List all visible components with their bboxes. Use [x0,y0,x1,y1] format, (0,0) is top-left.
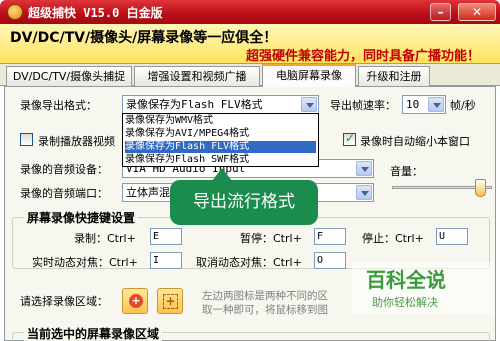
region-hint-line-1: 左边两图标是两种不同的区 [202,290,328,302]
format-dropdown-list: 录像保存为WMV格式 录像保存为AVI/MPEG4格式 录像保存为Flash F… [122,113,319,167]
chevron-down-icon[interactable] [356,161,372,176]
watermark-subtitle: 助你轻松解决 [372,296,438,309]
record-player-checkbox[interactable] [20,133,33,146]
format-label: 录像导出格式： [20,99,97,112]
banner-line-1: DV/DC/TV/摄像头/屏幕录像等一应俱全！ [10,30,278,46]
cancel-focus-hotkey-input[interactable]: O [314,252,346,269]
tab-enhanced-settings[interactable]: 增强设置和视频广播 [134,66,260,86]
format-select[interactable]: 录像保存为Flash FLV格式 [122,95,319,114]
audio-port-value: 立体声混 [126,186,170,199]
volume-label: 音量： [390,165,423,178]
chevron-down-icon[interactable] [356,185,372,200]
select-area-icon: + [163,294,178,309]
current-region-title: 当前选中的屏幕录像区域 [24,325,163,341]
volume-slider-thumb[interactable] [474,179,486,197]
fps-select[interactable]: 10 [402,95,446,114]
close-button[interactable]: ✕ [458,3,496,21]
pause-hotkey-label: 暂停：Ctrl+ [240,232,302,245]
auto-minimize-checkbox[interactable] [343,131,356,146]
stop-hotkey-label: 停止：Ctrl+ [362,232,424,245]
custom-region-button[interactable]: + [157,288,183,314]
hotkeys-group-title: 屏幕录像快捷键设置 [24,209,139,226]
format-option-swf[interactable]: 录像保存为Flash SWF格式 [125,154,316,166]
app-icon [7,4,23,20]
format-select-value: 录像保存为Flash FLV格式 [126,98,263,111]
fps-unit: 帧/秒 [450,99,476,112]
audio-port-label: 录像的音频端口： [20,187,108,200]
cancel-focus-hotkey-label: 取消动态对焦：Ctrl+ [196,256,302,269]
fixed-region-button[interactable]: + [122,288,148,314]
tab-capture[interactable]: DV/DC/TV/摄像头捕捉 [6,66,132,86]
watermark-logo: 百科全说 [366,268,446,292]
chevron-down-icon[interactable] [428,97,444,112]
chevron-down-icon[interactable] [301,97,317,112]
tab-screen-recording[interactable]: 电脑屏幕录像 [262,64,356,87]
record-player-label: 录制播放器视频 [38,135,115,148]
format-option-wmv[interactable]: 录像保存为WMV格式 [125,115,316,127]
record-hotkey-label: 录制：Ctrl+ [74,232,136,245]
focus-hotkey-label: 实时动态对焦：Ctrl+ [32,256,138,269]
stop-hotkey-input[interactable]: U [436,228,468,245]
fps-select-value: 10 [406,98,420,111]
focus-hotkey-input[interactable]: I [150,252,182,269]
banner-line-2: 超强硬件兼容能力，同时具备广播功能！ [246,49,481,64]
audio-device-label: 录像的音频设备： [20,163,108,176]
annotation-tooltip: 导出流行格式 [170,180,318,225]
region-hint-line-2: 取一种即可，将鼠标移到图 [202,304,328,316]
tab-upgrade-register[interactable]: 升级和注册 [358,66,430,86]
minimize-button[interactable]: – [430,3,451,21]
crosshair-icon: + [129,294,143,308]
record-hotkey-input[interactable]: E [150,228,182,245]
format-option-avi[interactable]: 录像保存为AVI/MPEG4格式 [125,128,316,140]
region-label: 请选择录像区域： [20,295,108,308]
window-title: 超级捕快 V15.0 白金版 [28,6,163,20]
auto-minimize-label: 录像时自动缩小本窗口 [360,135,470,148]
fps-label: 导出帧速率： [330,99,396,112]
format-option-flv[interactable]: 录像保存为Flash FLV格式 [125,141,316,153]
pause-hotkey-input[interactable]: F [314,228,346,245]
